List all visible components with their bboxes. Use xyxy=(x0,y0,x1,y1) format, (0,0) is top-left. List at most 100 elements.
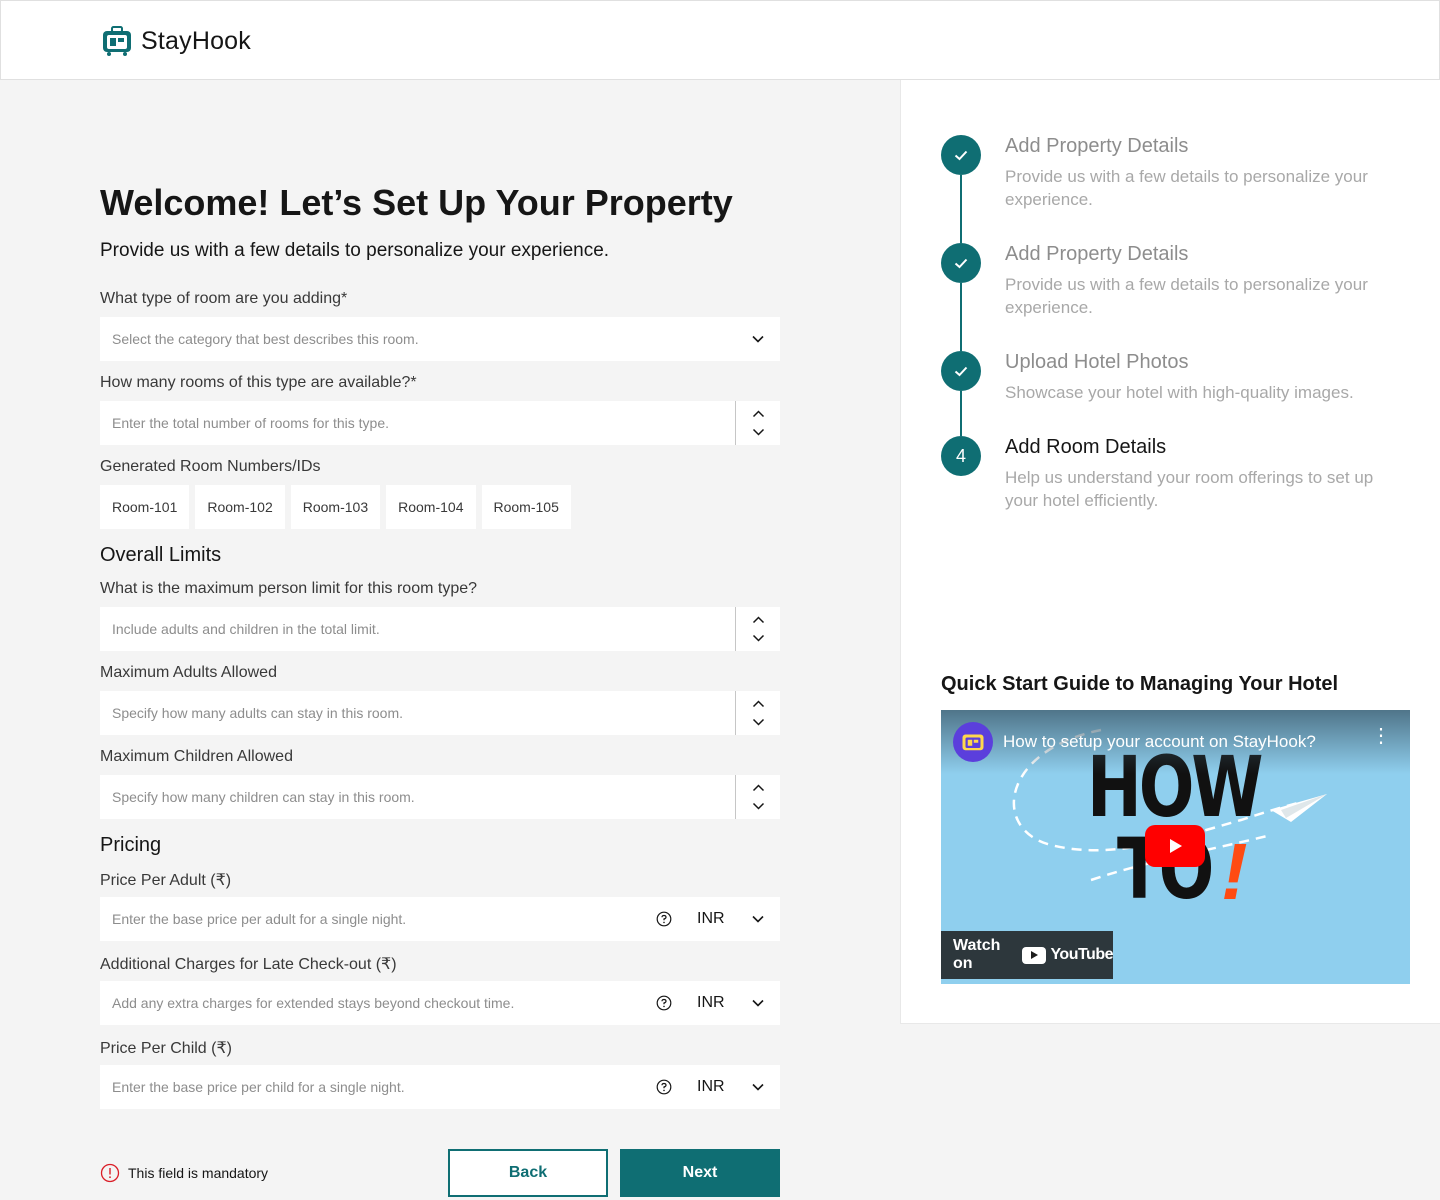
video-title-bar: How to setup your account on StayHook? ⋮ xyxy=(941,710,1410,774)
chevron-down-icon[interactable] xyxy=(751,996,765,1010)
currency-select[interactable]: INR xyxy=(697,994,725,1012)
progress-panel: Add Property Details Provide us with a f… xyxy=(900,80,1440,1024)
page-subtitle: Provide us with a few details to persona… xyxy=(100,240,610,261)
max-adults-label: Maximum Adults Allowed xyxy=(100,664,277,681)
room-id-chip[interactable]: Room-101 xyxy=(100,485,190,529)
channel-avatar[interactable] xyxy=(953,722,993,762)
step-done-badge xyxy=(941,243,981,283)
mandatory-note: This field is mandatory xyxy=(100,1163,268,1183)
price-child-placeholder: Enter the base price per child for a sin… xyxy=(112,1079,405,1095)
help-icon[interactable] xyxy=(656,995,672,1011)
late-checkout-label: Additional Charges for Late Check-out (₹… xyxy=(100,956,397,973)
currency-select[interactable]: INR xyxy=(697,1078,725,1096)
max-children-label: Maximum Children Allowed xyxy=(100,748,293,765)
limits-heading: Overall Limits xyxy=(100,544,222,566)
late-checkout-placeholder: Add any extra charges for extended stays… xyxy=(112,995,515,1011)
chevron-down-icon[interactable] xyxy=(751,912,765,926)
chevron-down-icon xyxy=(752,335,764,343)
max-person-placeholder: Include adults and children in the total… xyxy=(112,621,380,637)
room-type-placeholder: Select the category that best describes … xyxy=(112,331,419,347)
increment-icon[interactable] xyxy=(752,615,765,625)
mandatory-text: This field is mandatory xyxy=(128,1165,269,1181)
decrement-icon[interactable] xyxy=(752,427,765,437)
chevron-down-icon[interactable] xyxy=(751,1080,765,1094)
play-button[interactable] xyxy=(1145,825,1205,867)
step-title: Add Property Details xyxy=(1005,243,1189,265)
video-player[interactable]: HOW TO ! How to setup your account on St… xyxy=(941,710,1410,984)
max-person-input[interactable]: Include adults and children in the total… xyxy=(100,607,780,651)
thumb-exclamation: ! xyxy=(1221,827,1248,916)
max-adults-stepper[interactable] xyxy=(735,691,780,735)
step-connector xyxy=(960,175,962,243)
price-child-input[interactable]: Enter the base price per child for a sin… xyxy=(100,1065,780,1109)
page-title: Welcome! Let’s Set Up Your Property xyxy=(100,182,733,223)
top-header: StayHook xyxy=(0,0,1440,80)
room-id-chip[interactable]: Room-102 xyxy=(195,485,285,529)
increment-icon[interactable] xyxy=(752,699,765,709)
price-adult-label: Price Per Adult (₹) xyxy=(100,872,232,889)
back-button[interactable]: Back xyxy=(448,1149,608,1197)
price-adult-placeholder: Enter the base price per adult for a sin… xyxy=(112,911,407,927)
room-count-placeholder: Enter the total number of rooms for this… xyxy=(112,415,390,431)
room-id-chip[interactable]: Room-103 xyxy=(290,485,381,529)
room-type-select[interactable]: Select the category that best describes … xyxy=(100,317,780,361)
watch-on-label: Watch on xyxy=(953,937,1001,972)
increment-icon[interactable] xyxy=(752,409,765,419)
step-description: Provide us with a few details to persona… xyxy=(1005,275,1368,317)
step-description: Provide us with a few details to persona… xyxy=(1005,167,1368,209)
increment-icon[interactable] xyxy=(752,783,765,793)
price-child-label: Price Per Child (₹) xyxy=(100,1040,232,1057)
pricing-heading: Pricing xyxy=(100,834,162,856)
step-title: Add Property Details xyxy=(1005,135,1189,157)
max-adults-input[interactable]: Specify how many adults can stay in this… xyxy=(100,691,780,735)
step-connector xyxy=(960,391,962,436)
app-name: StayHook xyxy=(141,26,251,55)
max-person-label: What is the maximum person limit for thi… xyxy=(100,580,478,597)
info-icon xyxy=(100,1163,120,1183)
video-title[interactable]: How to setup your account on StayHook? xyxy=(1003,732,1316,752)
room-count-label: How many rooms of this type are availabl… xyxy=(100,374,417,391)
room-ids-label: Generated Room Numbers/IDs xyxy=(100,458,321,475)
more-options-icon[interactable]: ⋮ xyxy=(1371,726,1391,746)
decrement-icon[interactable] xyxy=(752,633,765,643)
price-adult-input[interactable]: Enter the base price per adult for a sin… xyxy=(100,897,780,941)
step-title: Upload Hotel Photos xyxy=(1005,351,1189,373)
decrement-icon[interactable] xyxy=(752,801,765,811)
step-done-badge xyxy=(941,351,981,391)
step-description: Help us understand your room offerings t… xyxy=(1005,468,1374,510)
suitcase-logo-icon xyxy=(103,26,131,56)
decrement-icon[interactable] xyxy=(752,717,765,727)
youtube-logo: YouTube xyxy=(1022,946,1113,964)
step-connector xyxy=(960,283,962,351)
late-checkout-input[interactable]: Add any extra charges for extended stays… xyxy=(100,981,780,1025)
room-count-input[interactable]: Enter the total number of rooms for this… xyxy=(100,401,780,445)
play-icon xyxy=(1170,839,1182,853)
watch-on-youtube-button[interactable]: Watch on YouTube xyxy=(941,931,1113,979)
max-children-stepper[interactable] xyxy=(735,775,780,819)
room-count-stepper[interactable] xyxy=(735,401,780,445)
max-person-stepper[interactable] xyxy=(735,607,780,651)
help-icon[interactable] xyxy=(656,911,672,927)
max-children-input[interactable]: Specify how many children can stay in th… xyxy=(100,775,780,819)
help-icon[interactable] xyxy=(656,1079,672,1095)
suitcase-logo-icon xyxy=(962,734,984,751)
check-icon xyxy=(954,150,968,161)
step-number-badge: 4 xyxy=(941,436,981,476)
youtube-icon xyxy=(1022,946,1047,964)
room-id-chip[interactable]: Room-104 xyxy=(386,485,476,529)
check-icon xyxy=(954,366,968,377)
step-description: Showcase your hotel with high-quality im… xyxy=(1005,383,1354,402)
room-type-label: What type of room are you adding* xyxy=(100,290,348,307)
guide-title: Quick Start Guide to Managing Your Hotel xyxy=(941,673,1339,695)
max-children-placeholder: Specify how many children can stay in th… xyxy=(112,789,415,805)
room-id-list: Room-101 Room-102 Room-103 Room-104 Room… xyxy=(100,485,571,529)
check-icon xyxy=(954,258,968,269)
next-button[interactable]: Next xyxy=(620,1149,780,1197)
currency-select[interactable]: INR xyxy=(697,910,725,928)
youtube-wordmark: YouTube xyxy=(1050,946,1113,963)
room-id-chip[interactable]: Room-105 xyxy=(481,485,571,529)
logo[interactable]: StayHook xyxy=(101,25,251,57)
step-title: Add Room Details xyxy=(1005,436,1167,458)
max-adults-placeholder: Specify how many adults can stay in this… xyxy=(112,705,404,721)
step-done-badge xyxy=(941,135,981,175)
